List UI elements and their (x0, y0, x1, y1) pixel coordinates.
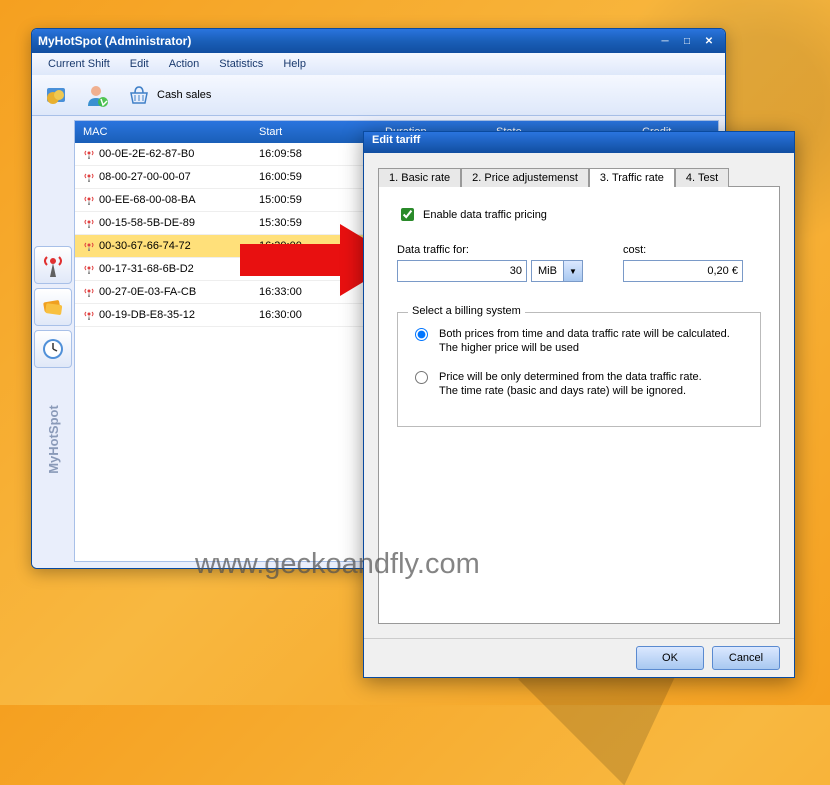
signal-icon (83, 240, 95, 252)
signal-icon (83, 194, 95, 206)
tab-test[interactable]: 4. Test (675, 168, 729, 187)
menu-statistics[interactable]: Statistics (209, 55, 273, 73)
col-start[interactable]: Start (251, 126, 377, 138)
menu-action[interactable]: Action (159, 55, 210, 73)
window-title: MyHotSpot (Administrator) (38, 34, 191, 48)
radio-both-prices[interactable] (415, 328, 428, 341)
unit-select[interactable]: MiB ▼ (531, 260, 583, 282)
tickets-icon (39, 293, 67, 321)
col-mac[interactable]: MAC (75, 126, 251, 138)
dialog-buttons: OK Cancel (364, 638, 794, 677)
clock-icon (39, 335, 67, 363)
cash-sales-button[interactable]: Cash sales (118, 77, 220, 113)
tab-basic-rate[interactable]: 1. Basic rate (378, 168, 461, 187)
side-tab-clock[interactable] (34, 330, 72, 368)
maximize-button[interactable]: □ (677, 33, 697, 49)
radio-traffic-only-label: Price will be only determined from the d… (439, 370, 702, 399)
dialog-title: Edit tariff (364, 132, 794, 153)
data-traffic-label: Data traffic for: (397, 244, 583, 256)
signal-icon (83, 286, 95, 298)
chevron-down-icon: ▼ (563, 261, 582, 281)
menu-current-shift[interactable]: Current Shift (38, 55, 120, 73)
minimize-button[interactable]: ─ (655, 33, 675, 49)
unit-value: MiB (532, 265, 563, 277)
side-tabs: MyHotSpot (32, 116, 74, 568)
enable-traffic-pricing-label: Enable data traffic pricing (423, 209, 547, 221)
menu-edit[interactable]: Edit (120, 55, 159, 73)
cost-label: cost: (623, 244, 743, 256)
side-label: MyHotSpot (46, 405, 61, 474)
tool-button-user[interactable] (78, 77, 114, 113)
tab-traffic-rate[interactable]: 3. Traffic rate (589, 168, 675, 187)
close-button[interactable]: ✕ (699, 33, 719, 49)
side-tab-tickets[interactable] (34, 288, 72, 326)
user-icon (83, 82, 109, 108)
antenna-icon (39, 251, 67, 279)
tab-price-adjustments[interactable]: 2. Price adjustemenst (461, 168, 589, 187)
cash-sales-label: Cash sales (157, 89, 211, 101)
edit-tariff-dialog: Edit tariff 1. Basic rate 2. Price adjus… (363, 131, 795, 678)
coins-icon (43, 82, 69, 108)
data-traffic-input[interactable] (397, 260, 527, 282)
cancel-button[interactable]: Cancel (712, 646, 780, 670)
side-tab-wifi[interactable] (34, 246, 72, 284)
cost-input[interactable] (623, 260, 743, 282)
tool-button-money[interactable] (38, 77, 74, 113)
titlebar: MyHotSpot (Administrator) ─ □ ✕ (32, 29, 725, 53)
ok-button[interactable]: OK (636, 646, 704, 670)
toolbar: Cash sales (32, 75, 725, 116)
tab-content-traffic: Enable data traffic pricing Data traffic… (378, 186, 780, 624)
radio-both-prices-label: Both prices from time and data traffic r… (439, 327, 730, 356)
menu-help[interactable]: Help (273, 55, 316, 73)
billing-system-group: Select a billing system Both prices from… (397, 312, 761, 427)
signal-icon (83, 148, 95, 160)
enable-traffic-pricing-checkbox[interactable] (401, 208, 414, 221)
signal-icon (83, 309, 95, 321)
menu-bar: Current Shift Edit Action Statistics Hel… (32, 53, 725, 75)
signal-icon (83, 263, 95, 275)
basket-icon (127, 83, 151, 107)
signal-icon (83, 217, 95, 229)
radio-traffic-only[interactable] (415, 371, 428, 384)
signal-icon (83, 171, 95, 183)
tariff-tabs: 1. Basic rate 2. Price adjustemenst 3. T… (378, 167, 780, 186)
billing-system-legend: Select a billing system (408, 305, 525, 317)
